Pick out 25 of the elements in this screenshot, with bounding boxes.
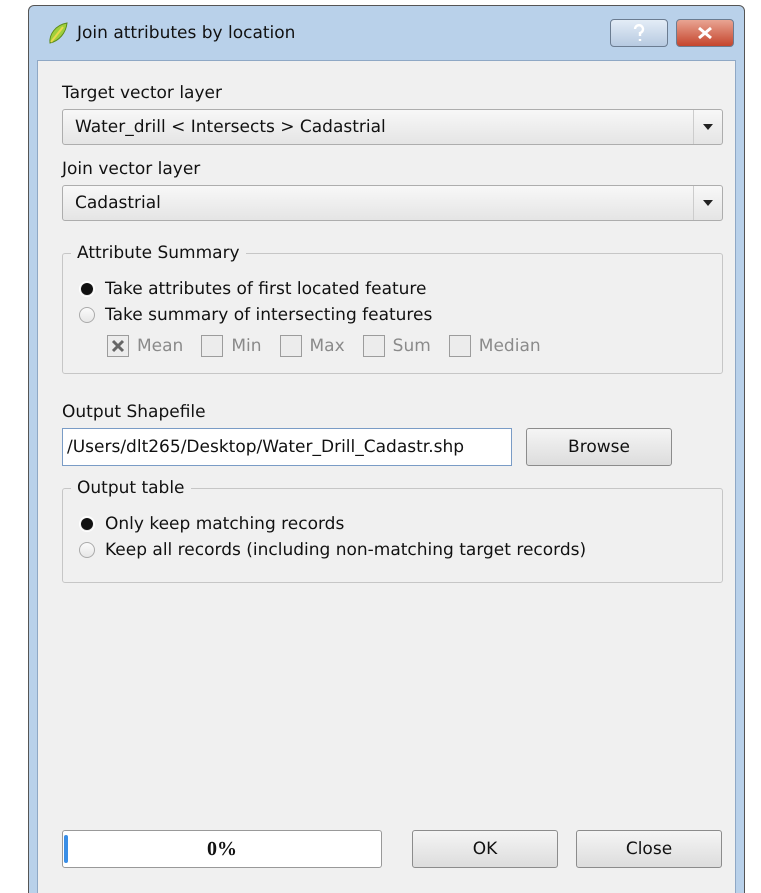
field-label: Target vector layer (62, 83, 223, 103)
output-path-field[interactable]: /Users/dlt265/Desktop/Water_Drill_Cadastr.shp (62, 428, 512, 466)
layer-dropdown[interactable]: Water_drill < Intersects > Cadastrial (62, 109, 723, 145)
progress-reading: 0% (207, 838, 237, 860)
window-title: Join attributes by location (77, 23, 296, 43)
close-icon (697, 26, 713, 40)
field-label: Join vector layer (62, 159, 202, 179)
group-title: Attribute Summary (76, 243, 241, 263)
dropdown-arrow-icon (703, 124, 713, 130)
help-button[interactable] (610, 19, 668, 47)
radio-option[interactable]: Keep all records (including non-matching target records) (79, 540, 586, 560)
browse-button[interactable]: Browse (526, 428, 672, 466)
close-button[interactable] (676, 19, 734, 47)
radio-option[interactable]: Take summary of intersecting features (79, 305, 432, 325)
dropdown-arrow-icon (703, 200, 713, 206)
group-title: Output table (76, 478, 186, 498)
field-label: Output Shapefile (62, 402, 207, 422)
help-icon (633, 24, 645, 42)
radio-option[interactable]: Take attributes of first located feature (79, 279, 426, 299)
layer-dropdown[interactable]: Cadastrial (62, 185, 723, 221)
leaf-icon (47, 21, 69, 45)
dialog-button[interactable]: Close (576, 830, 722, 868)
cross-mark-icon (111, 339, 125, 353)
radio-option[interactable]: Only keep matching records (79, 514, 344, 534)
dialog-button[interactable]: OK (412, 830, 558, 868)
